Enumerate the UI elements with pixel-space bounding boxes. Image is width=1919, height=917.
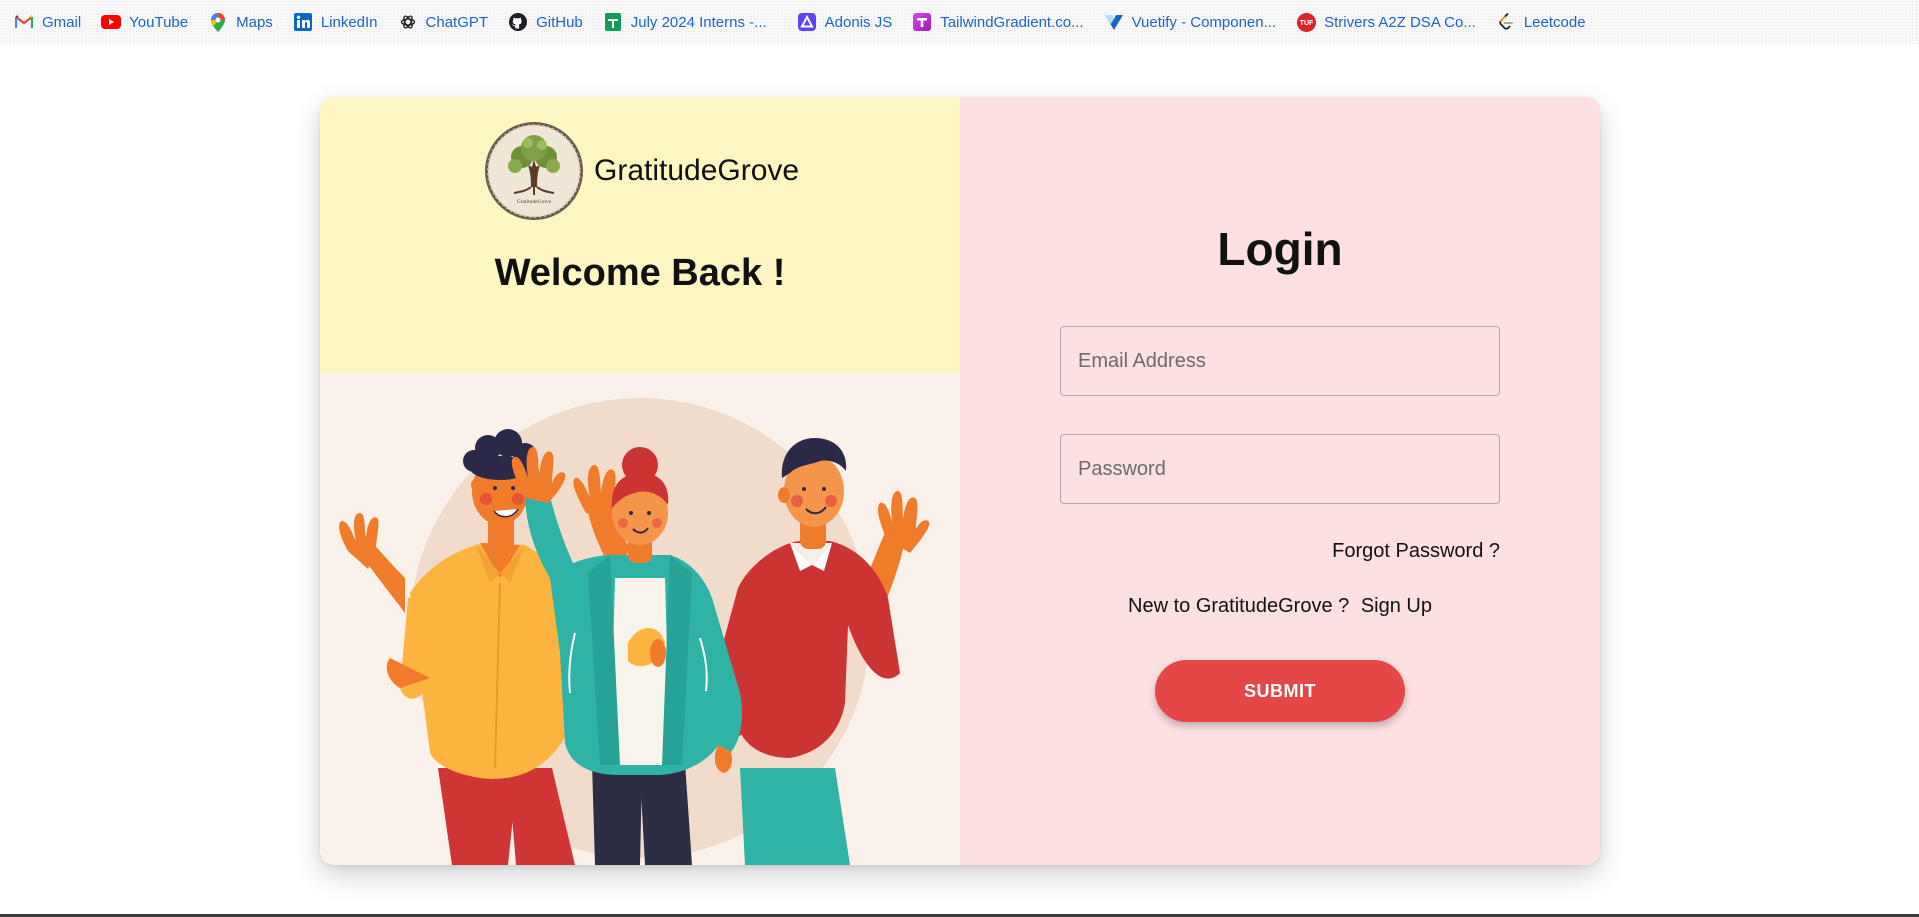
- signup-prompt: New to GratitudeGrove ?: [1128, 595, 1350, 617]
- bookmark-label: TailwindGradient.co...: [940, 13, 1084, 31]
- bookmark-label: Maps: [236, 13, 273, 31]
- bookmark-chatgpt[interactable]: ChatGPT: [398, 12, 489, 32]
- brand-name: GratitudeGrove: [594, 154, 800, 187]
- bookmark-vuetify[interactable]: Vuetify - Componen...: [1104, 12, 1277, 32]
- maps-icon: [208, 12, 228, 32]
- login-panel: Login Forgot Password ? New to Gratitude…: [960, 97, 1600, 865]
- bookmarks-bar: Gmail YouTube Maps LinkedIn ChatGPT GitH…: [0, 0, 1919, 44]
- waving-people-illustration: [320, 373, 960, 865]
- bookmark-strivers-a2z[interactable]: TUF Strivers A2Z DSA Co...: [1296, 12, 1476, 32]
- welcome-panel: GratitudeGrove GratitudeGrove Welcome Ba…: [320, 97, 960, 373]
- bookmark-label: Adonis JS: [824, 13, 893, 31]
- bookmark-gmail[interactable]: Gmail: [14, 12, 81, 32]
- brand: GratitudeGrove GratitudeGrove: [484, 121, 799, 221]
- bookmark-maps[interactable]: Maps: [208, 12, 273, 32]
- adonisjs-icon: [797, 12, 817, 32]
- submit-button[interactable]: SUBMIT: [1155, 660, 1405, 722]
- bookmark-youtube[interactable]: YouTube: [101, 12, 188, 32]
- github-icon: [508, 12, 528, 32]
- gratitudegrove-logo: GratitudeGrove: [484, 121, 584, 221]
- svg-text:TUF: TUF: [1299, 20, 1313, 27]
- gmail-icon: [14, 12, 34, 32]
- bookmark-label: Leetcode: [1523, 13, 1586, 31]
- password-field[interactable]: [1060, 434, 1500, 504]
- bookmark-label: GitHub: [536, 13, 583, 31]
- bookmark-label: Gmail: [42, 13, 82, 31]
- bookmark-adonisjs[interactable]: Adonis JS: [797, 12, 893, 32]
- youtube-icon: [101, 12, 122, 32]
- bookmark-leetcode[interactable]: Leetcode: [1496, 12, 1586, 32]
- bookmark-label: ChatGPT: [425, 13, 489, 31]
- bookmark-label: LinkedIn: [320, 13, 378, 31]
- login-card: GratitudeGrove GratitudeGrove Welcome Ba…: [320, 97, 1600, 865]
- tuf-icon: TUF: [1296, 12, 1316, 32]
- chatgpt-icon: [398, 12, 418, 32]
- bookmark-label: YouTube: [129, 13, 189, 31]
- bookmark-linkedin[interactable]: LinkedIn: [293, 12, 378, 32]
- signup-link[interactable]: Sign Up: [1361, 595, 1432, 617]
- bookmark-label: Strivers A2Z DSA Co...: [1324, 13, 1476, 31]
- signup-line: New to GratitudeGrove ? Sign Up: [960, 595, 1600, 618]
- login-title: Login: [1217, 223, 1343, 275]
- forgot-password-link[interactable]: Forgot Password ?: [1332, 540, 1500, 563]
- logo-text: GratitudeGrove: [517, 199, 552, 205]
- vuetify-icon: [1104, 12, 1124, 32]
- bookmark-tailwindgradient[interactable]: TailwindGradient.co...: [912, 12, 1084, 32]
- linkedin-icon: [293, 12, 313, 32]
- tailwindgradient-icon: [912, 12, 932, 32]
- bookmark-label: July 2024 Interns -...: [630, 13, 767, 31]
- welcome-heading: Welcome Back !: [494, 252, 786, 294]
- bookmark-github[interactable]: GitHub: [508, 12, 583, 32]
- email-field[interactable]: [1060, 326, 1500, 396]
- leetcode-icon: [1496, 12, 1516, 32]
- left-panel: GratitudeGrove GratitudeGrove Welcome Ba…: [320, 97, 960, 865]
- bookmark-july-interns[interactable]: July 2024 Interns -...: [603, 12, 767, 32]
- bookmark-label: Vuetify - Componen...: [1131, 13, 1277, 31]
- sheets-icon: [603, 12, 623, 32]
